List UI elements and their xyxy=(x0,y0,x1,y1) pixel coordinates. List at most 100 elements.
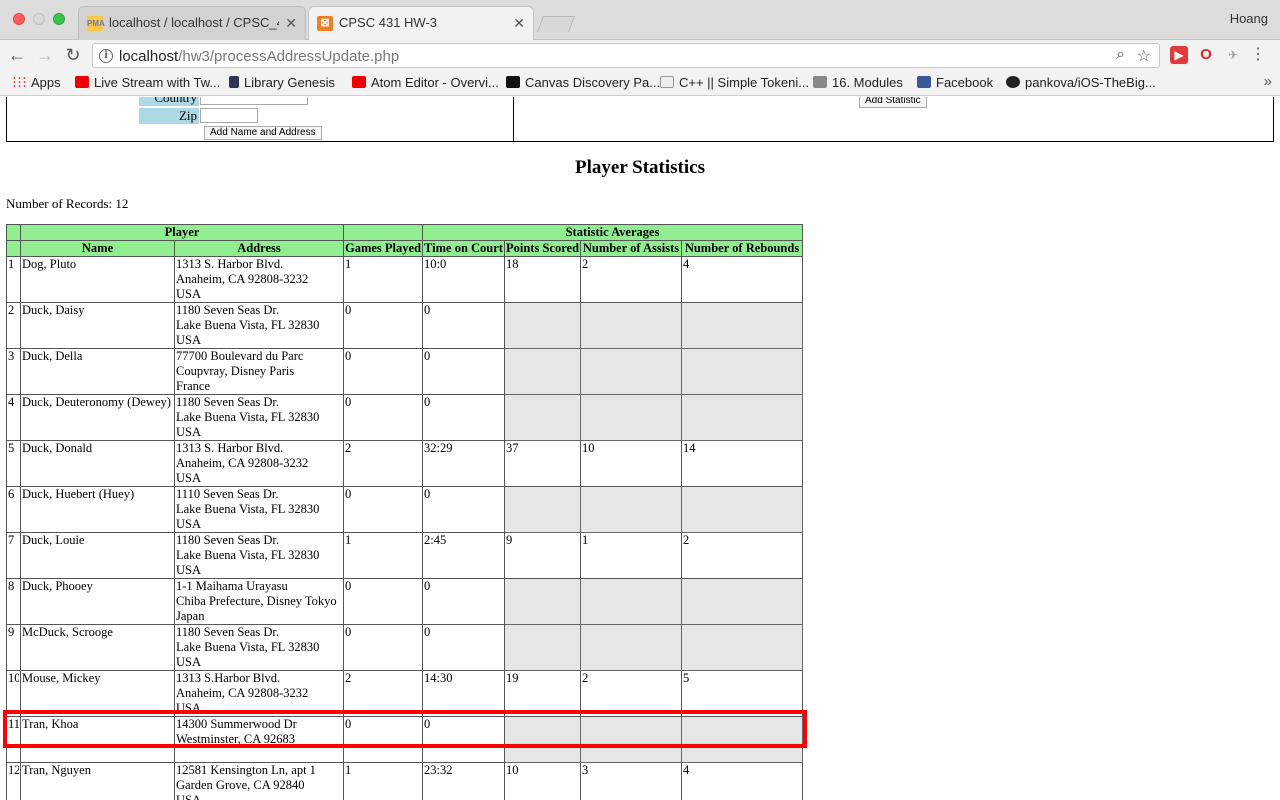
player-name-cell: Duck, Donald xyxy=(20,440,175,487)
player-name-cell: Duck, Daisy xyxy=(20,302,175,349)
back-icon[interactable]: ← xyxy=(6,44,28,66)
points-scored-cell: 18 xyxy=(504,256,581,303)
youtube-icon xyxy=(352,76,366,88)
tab-cpsc-hw3[interactable]: ⊠ CPSC 431 HW-3 ✕ xyxy=(308,6,534,40)
address-line: 1180 Seven Seas Dr. xyxy=(176,303,279,317)
close-icon[interactable]: ✕ xyxy=(513,7,525,39)
bookmark-canvas-discovery[interactable]: Canvas Discovery Pa... xyxy=(506,75,660,90)
row-number: 4 xyxy=(6,394,21,441)
bookmark-star-icon[interactable]: ☆ xyxy=(1137,46,1151,66)
close-window-button[interactable] xyxy=(13,13,25,25)
reload-icon[interactable]: ↻ xyxy=(62,44,84,66)
profile-name[interactable]: Hoang xyxy=(1230,11,1268,26)
extension-icon[interactable]: ▶ xyxy=(1170,46,1188,64)
rebounds-cell xyxy=(680,624,804,671)
time-on-court-cell: 10:0 xyxy=(422,256,505,303)
opera-icon[interactable]: O xyxy=(1197,46,1215,64)
menu-icon[interactable]: ⋮ xyxy=(1250,44,1266,64)
time-on-court-cell: 0 xyxy=(422,394,505,441)
column-header-rebounds: Number of Rebounds xyxy=(680,240,804,257)
row-number: 8 xyxy=(6,578,21,625)
address-line: USA xyxy=(176,425,202,439)
table-row: 7 Duck, Louie 1180 Seven Seas Dr. Lake Buen… xyxy=(6,532,804,579)
address-line: 1110 Seven Seas Dr. xyxy=(176,487,279,501)
forward-icon[interactable]: → xyxy=(34,44,56,66)
player-group-header: Player xyxy=(20,224,344,241)
add-statistic-button[interactable]: Add Statistic xyxy=(859,97,927,108)
assists-cell: 2 xyxy=(580,256,682,303)
table-header-blank xyxy=(6,224,21,241)
address-line: Anaheim, CA 92808-3232 xyxy=(176,272,309,286)
table-group-header-row: Player Statistic Averages xyxy=(6,224,804,241)
points-scored-cell xyxy=(504,302,581,349)
url-text[interactable]: localhost/hw3/processAddressUpdate.php xyxy=(119,48,399,65)
player-name-cell: Mouse, Mickey xyxy=(20,670,175,717)
address-line: 14300 Summerwood Dr xyxy=(176,717,297,731)
rebounds-cell xyxy=(680,302,804,349)
bookmark-atom-editor[interactable]: Atom Editor - Overvi... xyxy=(352,75,499,90)
bookmark-facebook[interactable]: Facebook xyxy=(917,75,993,90)
address-cell: 14300 Summerwood Dr Westminster, CA 92683 xyxy=(174,716,344,763)
address-line: Anaheim, CA 92808-3232 xyxy=(176,456,309,470)
points-scored-cell: 37 xyxy=(504,440,581,487)
column-header-address: Address xyxy=(174,240,344,257)
column-header-name: Name xyxy=(20,240,175,257)
bookmark-modules[interactable]: 16. Modules xyxy=(813,75,903,90)
address-line: Westminster, CA 92683 xyxy=(176,732,295,746)
player-name-cell: Duck, Deuteronomy (Dewey) xyxy=(20,394,175,441)
bookmark-live-stream[interactable]: Live Stream with Tw... xyxy=(75,75,220,90)
address-line: Lake Buena Vista, FL 32830 xyxy=(176,640,320,654)
address-line: USA xyxy=(176,793,202,800)
time-on-court-cell: 2:45 xyxy=(422,532,505,579)
zoom-icon[interactable]: ⌕ xyxy=(1116,46,1125,64)
time-on-court-cell: 0 xyxy=(422,348,505,395)
address-line: Chiba Prefecture, Disney Tokyo xyxy=(176,594,337,608)
player-name-cell: Duck, Louie xyxy=(20,532,175,579)
player-name-cell: Duck, Phooey xyxy=(20,578,175,625)
bookmark-library-genesis[interactable]: Library Genesis xyxy=(229,75,335,90)
bookmark-github[interactable]: pankova/iOS-TheBig... xyxy=(1006,75,1156,90)
address-cell: 1313 S. Harbor Blvd. Anaheim, CA 92808-32… xyxy=(174,256,344,303)
address-cell: 1-1 Maihama Urayasu Chiba Prefecture, Dis… xyxy=(174,578,344,625)
address-bar[interactable]: i localhost/hw3/processAddressUpdate.php… xyxy=(92,43,1160,68)
rebounds-cell: 5 xyxy=(680,670,804,717)
zip-input[interactable] xyxy=(200,108,258,123)
address-line: Lake Buena Vista, FL 32830 xyxy=(176,318,320,332)
table-row: 4 Duck, Deuteronomy (Dewey) 1180 Seven Sea… xyxy=(6,394,804,441)
table-row: 11 Tran, Khoa 14300 Summerwood Dr Westminst… xyxy=(6,716,804,763)
tab-phpmyadmin[interactable]: PMA localhost / localhost / CPSC_43 ✕ xyxy=(78,6,306,40)
bookmark-apps[interactable]: Apps xyxy=(12,75,61,90)
address-line: 1-1 Maihama Urayasu xyxy=(176,579,288,593)
apps-grid-icon xyxy=(12,76,26,88)
row-number: 2 xyxy=(6,302,21,349)
time-on-court-cell: 0 xyxy=(422,716,505,763)
info-icon[interactable]: i xyxy=(99,49,113,63)
table-row: 9 McDuck, Scrooge 1180 Seven Seas Dr. Lake … xyxy=(6,624,804,671)
column-header-points-scored: Points Scored xyxy=(504,240,581,257)
address-line: Lake Buena Vista, FL 32830 xyxy=(176,410,320,424)
points-scored-cell xyxy=(504,486,581,533)
new-tab-button[interactable] xyxy=(537,16,575,32)
add-name-address-button[interactable]: Add Name and Address xyxy=(204,126,322,140)
games-played-cell: 0 xyxy=(343,302,423,349)
games-played-cell: 1 xyxy=(343,762,423,800)
rebounds-cell: 14 xyxy=(680,440,804,487)
more-bookmarks-icon[interactable]: » xyxy=(1264,73,1272,90)
address-line: Garden Grove, CA 92840 xyxy=(176,778,305,792)
address-cell: 1180 Seven Seas Dr. Lake Buena Vista, FL … xyxy=(174,624,344,671)
games-played-cell: 0 xyxy=(343,486,423,533)
address-cell: 77700 Boulevard du Parc Coupvray, Disney … xyxy=(174,348,344,395)
extension-icon[interactable]: ✈ xyxy=(1224,46,1242,64)
games-played-cell: 0 xyxy=(343,624,423,671)
time-on-court-cell: 0 xyxy=(422,578,505,625)
country-input[interactable] xyxy=(200,97,308,105)
points-scored-cell: 19 xyxy=(504,670,581,717)
games-played-cell: 1 xyxy=(343,532,423,579)
minimize-window-button[interactable] xyxy=(33,13,45,25)
bookmark-cpp-tokenizer[interactable]: C++ || Simple Tokeni... xyxy=(660,75,809,90)
close-icon[interactable]: ✕ xyxy=(285,7,297,39)
maximize-window-button[interactable] xyxy=(53,13,65,25)
table-header-blank xyxy=(343,224,423,241)
rebounds-cell xyxy=(680,578,804,625)
rebounds-cell: 2 xyxy=(680,532,804,579)
